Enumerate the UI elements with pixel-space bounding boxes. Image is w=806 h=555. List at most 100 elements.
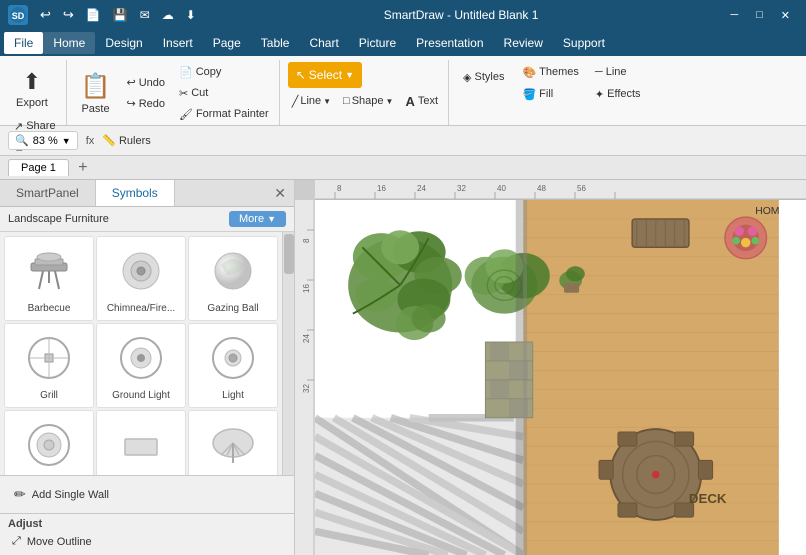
format-painter-button[interactable]: 🖌 Format Painter: [175, 104, 273, 124]
category-bar: Landscape Furniture More ▼: [0, 207, 294, 232]
mail-icon[interactable]: ✉: [136, 6, 154, 24]
symbol-light[interactable]: Light: [188, 323, 278, 408]
light-label: Light: [222, 390, 244, 401]
line-style-button[interactable]: ─ Line: [591, 62, 645, 82]
format-painter-icon: 🖌: [179, 108, 193, 121]
panel-close-button[interactable]: ✕: [266, 180, 294, 206]
window-controls[interactable]: ─ □ ✕: [722, 7, 798, 24]
undo-icon[interactable]: ↩: [36, 5, 55, 25]
menu-chart[interactable]: Chart: [299, 32, 348, 54]
app-logo: SD: [8, 5, 28, 25]
menu-insert[interactable]: Insert: [153, 32, 203, 54]
oval-umbrella-icon: [205, 417, 261, 473]
add-wall-icon: ✏: [14, 486, 26, 503]
maximize-button[interactable]: □: [748, 7, 771, 24]
cut-button[interactable]: ✂ Cut: [175, 83, 273, 103]
svg-text:HOM: HOM: [755, 206, 779, 217]
paste-button[interactable]: 📋 Paste: [75, 66, 117, 120]
export-icon: ⬆: [23, 69, 41, 95]
download-icon[interactable]: ⬇: [182, 6, 200, 24]
menu-presentation[interactable]: Presentation: [406, 32, 493, 54]
new-icon[interactable]: 📄: [82, 6, 105, 24]
undo-ribbon-button[interactable]: ↩ Undo: [122, 73, 169, 93]
window-title: SmartDraw - Untitled Blank 1: [208, 8, 714, 22]
more-button[interactable]: More ▼: [229, 211, 286, 227]
line-dropdown[interactable]: ╱ Line ▼: [288, 91, 335, 111]
toolbar-strip: 🔍 83 % ▼ fx 📏 Rulers: [0, 126, 806, 156]
themes-button[interactable]: 🎨 Themes: [518, 62, 582, 82]
menu-table[interactable]: Table: [251, 32, 300, 54]
minimize-button[interactable]: ─: [722, 7, 746, 24]
redo-ribbon-button[interactable]: ↪ Redo: [122, 94, 169, 114]
menu-design[interactable]: Design: [95, 32, 152, 54]
zoom-control[interactable]: 🔍 83 % ▼: [8, 131, 78, 150]
export-button[interactable]: ⬆ Export: [10, 62, 54, 116]
move-outline-button[interactable]: ⤢ Move Outline: [8, 532, 286, 551]
shape-icon: □: [343, 95, 350, 107]
symbol-grill[interactable]: Grill: [4, 323, 94, 408]
zoom-dropdown-icon[interactable]: ▼: [62, 136, 71, 146]
select-dropdown-icon[interactable]: ▼: [345, 70, 354, 80]
redo-icon[interactable]: ↪: [59, 5, 78, 25]
add-single-wall-button[interactable]: ✏ Add Single Wall: [8, 482, 286, 507]
symbols-scrollbar[interactable]: [282, 232, 294, 475]
styles-button[interactable]: ◈ Styles: [457, 62, 510, 92]
page-tab-1[interactable]: Page 1: [8, 159, 69, 176]
select-button[interactable]: ↖ Select ▼: [288, 62, 362, 88]
gazing-ball-icon: [205, 243, 261, 299]
symbols-tab[interactable]: Symbols: [96, 180, 175, 206]
menu-home[interactable]: Home: [43, 32, 95, 54]
effects-icon: ✦: [595, 88, 604, 101]
symbol-side-table[interactable]: Side Table: [96, 410, 186, 475]
fill-button[interactable]: 🪣 Fill: [518, 84, 582, 104]
symbol-barbecue[interactable]: Barbecue: [4, 236, 94, 321]
symbol-patio-heater[interactable]: Patio Heater: [4, 410, 94, 475]
adjust-label: Adjust: [8, 518, 286, 530]
smartpanel-tab[interactable]: SmartPanel: [0, 180, 96, 206]
menu-review[interactable]: Review: [494, 32, 553, 54]
save-icon[interactable]: 💾: [109, 6, 132, 24]
ground-light-label: Ground Light: [112, 390, 170, 401]
menu-file[interactable]: File: [4, 32, 43, 54]
svg-text:DECK: DECK: [689, 491, 727, 506]
paste-icon: 📋: [81, 72, 111, 101]
text-button[interactable]: A Text: [401, 91, 442, 111]
shape-dropdown[interactable]: □ Shape ▼: [339, 91, 397, 111]
effects-button[interactable]: ✦ Effects: [591, 84, 645, 104]
symbol-oval-umbrella[interactable]: Oval Umbrella...: [188, 410, 278, 475]
cloud-icon[interactable]: ☁: [158, 6, 178, 24]
add-page-button[interactable]: +: [73, 158, 93, 178]
svg-text:32: 32: [302, 384, 311, 393]
more-label: More: [239, 213, 264, 225]
scroll-thumb[interactable]: [284, 234, 294, 274]
menu-support[interactable]: Support: [553, 32, 615, 54]
cursor-icon: ↖: [296, 68, 306, 82]
styles-group: ◈ Styles 🎨 Themes 🪣 Fill ─: [451, 60, 651, 125]
symbol-chimnea[interactable]: Chimnea/Fire...: [96, 236, 186, 321]
svg-text:8: 8: [337, 184, 342, 193]
svg-text:56: 56: [577, 184, 586, 193]
copy-button[interactable]: 📄 Copy: [175, 62, 273, 82]
left-panel: SmartPanel Symbols ✕ Landscape Furniture…: [0, 180, 295, 555]
menu-bar: File Home Design Insert Page Table Chart…: [0, 30, 806, 56]
add-wall-label: Add Single Wall: [32, 489, 109, 501]
svg-text:16: 16: [302, 284, 311, 293]
rulers-toggle[interactable]: 📏 Rulers: [102, 134, 151, 147]
close-button[interactable]: ✕: [773, 7, 798, 24]
chimnea-icon: [113, 243, 169, 299]
symbol-ground-light[interactable]: Ground Light: [96, 323, 186, 408]
barbecue-icon: [21, 243, 77, 299]
redo-ribbon-icon: ↪: [126, 97, 135, 110]
svg-text:SD: SD: [12, 11, 25, 21]
text-icon: A: [405, 94, 414, 109]
adjust-section: Adjust ⤢ Move Outline: [0, 513, 294, 555]
symbol-gazing-ball[interactable]: Gazing Ball: [188, 236, 278, 321]
side-table-icon: [113, 417, 169, 473]
menu-picture[interactable]: Picture: [349, 32, 406, 54]
gazing-ball-label: Gazing Ball: [207, 303, 258, 314]
menu-page[interactable]: Page: [203, 32, 251, 54]
clipboard-buttons: 📋 Paste ↩ Undo ↪ Redo 📄 Copy: [75, 62, 273, 124]
shape-dropdown-icon: ▼: [386, 97, 394, 106]
svg-text:8: 8: [302, 238, 311, 243]
quick-access-toolbar[interactable]: ↩ ↪ 📄 💾 ✉ ☁ ⬇: [36, 5, 200, 25]
